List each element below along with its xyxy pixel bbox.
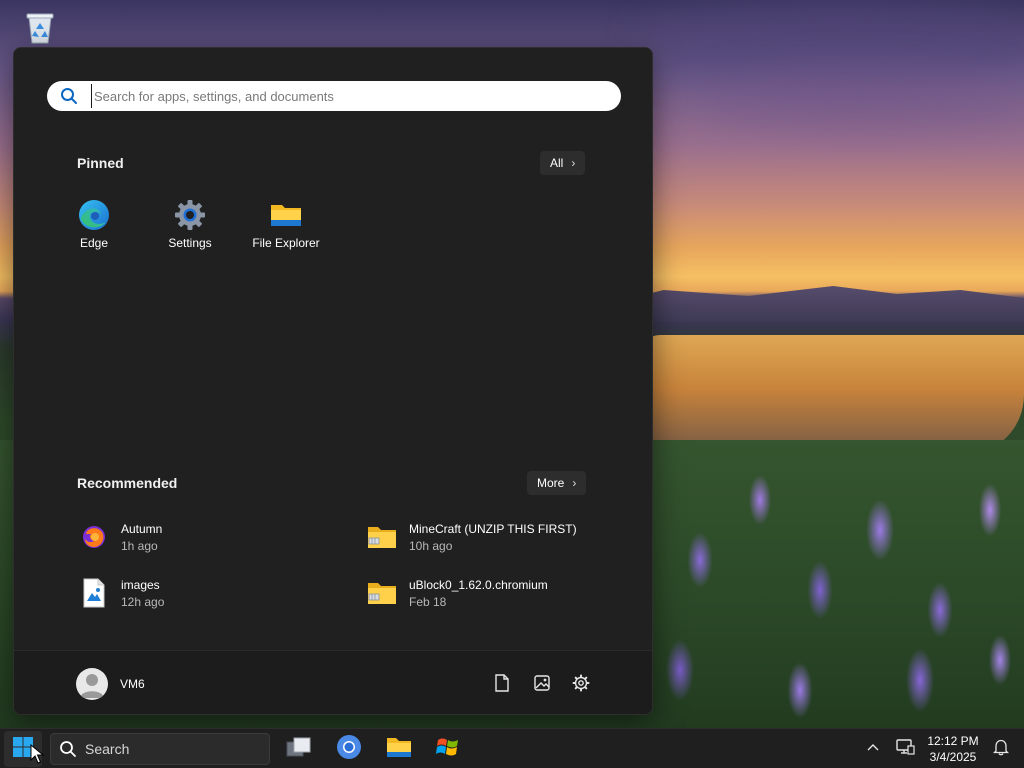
notification-center-button[interactable]: [983, 731, 1019, 767]
start-search-box[interactable]: [47, 81, 621, 111]
recommended-item[interactable]: images 12h ago: [77, 573, 337, 613]
taskbar: Search 12:12 PM 3/4/2025: [0, 728, 1024, 768]
pinned-app-label: Edge: [79, 236, 109, 250]
taskbar-chromium-button[interactable]: [330, 731, 368, 767]
picture-icon: [533, 674, 551, 697]
image-file-icon: [77, 576, 111, 610]
avatar: [76, 668, 108, 700]
settings-button[interactable]: [567, 671, 595, 699]
file-explorer-icon: [386, 735, 412, 764]
recycle-bin-icon[interactable]: [22, 10, 58, 46]
pinned-app-label: File Explorer: [252, 236, 320, 250]
taskbar-search-label: Search: [85, 741, 130, 757]
taskbar-search-box[interactable]: Search: [50, 733, 270, 765]
taskbar-windows-app-button[interactable]: [429, 731, 467, 767]
start-search-input[interactable]: [91, 84, 591, 108]
recommended-item-time: Feb 18: [409, 594, 447, 609]
recommended-item[interactable]: uBlock0_1.62.0.chromium Feb 18: [365, 573, 625, 613]
search-icon: [47, 87, 91, 105]
network-button[interactable]: [887, 731, 923, 767]
task-view-button[interactable]: [280, 731, 318, 767]
more-button[interactable]: More ›: [527, 471, 587, 495]
pinned-app-label: Settings: [168, 236, 212, 250]
recommended-item-name: MineCraft (UNZIP THIS FIRST): [409, 521, 577, 536]
zip-folder-icon: [365, 576, 399, 610]
pictures-button[interactable]: [528, 671, 556, 699]
mouse-cursor-icon: [30, 744, 44, 764]
user-name: VM6: [120, 677, 145, 691]
task-view-icon: [286, 736, 312, 763]
recommended-item-time: 1h ago: [121, 538, 158, 553]
recommended-item[interactable]: Autumn 1h ago: [77, 517, 337, 557]
edge-icon: [77, 198, 111, 232]
document-icon: [494, 673, 510, 697]
recommended-item-time: 10h ago: [409, 538, 453, 553]
recommended-item-name: uBlock0_1.62.0.chromium: [409, 577, 548, 592]
gear-icon: [173, 198, 207, 232]
recommended-item[interactable]: MineCraft (UNZIP THIS FIRST) 10h ago: [365, 517, 625, 557]
recommended-heading: Recommended: [77, 475, 178, 491]
search-icon: [51, 740, 85, 758]
show-hidden-icons-button[interactable]: [855, 731, 891, 767]
start-menu: Pinned All › Edge: [13, 47, 653, 715]
more-label: More: [537, 476, 565, 490]
taskbar-file-explorer-button[interactable]: [380, 731, 418, 767]
user-account-button[interactable]: VM6: [76, 668, 145, 700]
windows-flag-icon: [436, 736, 460, 763]
clock-time: 12:12 PM: [927, 734, 979, 748]
chevron-up-icon: [867, 740, 879, 758]
start-menu-footer: VM6: [14, 650, 652, 714]
recommended-item-time: 12h ago: [121, 594, 165, 609]
recommended-item-name: Autumn: [121, 521, 163, 536]
chromium-icon: [336, 734, 362, 765]
notification-bell-icon: [992, 738, 1010, 761]
firefox-icon: [77, 520, 111, 554]
network-icon: [895, 738, 915, 761]
pinned-heading: Pinned: [77, 155, 124, 171]
folder-icon: [269, 198, 303, 232]
gear-icon: [572, 674, 590, 697]
zip-folder-icon: [365, 520, 399, 554]
recommended-item-name: images: [121, 577, 160, 592]
pinned-app-edge[interactable]: Edge: [46, 198, 142, 262]
pinned-app-settings[interactable]: Settings: [142, 198, 238, 262]
chevron-right-icon: ›: [572, 476, 577, 490]
all-apps-label: All: [550, 156, 564, 170]
documents-button[interactable]: [488, 671, 516, 699]
all-apps-button[interactable]: All ›: [540, 151, 586, 175]
chevron-right-icon: ›: [571, 156, 576, 170]
pinned-app-file-explorer[interactable]: File Explorer: [238, 198, 334, 262]
taskbar-clock[interactable]: 12:12 PM 3/4/2025: [922, 733, 984, 765]
clock-date: 3/4/2025: [929, 750, 977, 764]
